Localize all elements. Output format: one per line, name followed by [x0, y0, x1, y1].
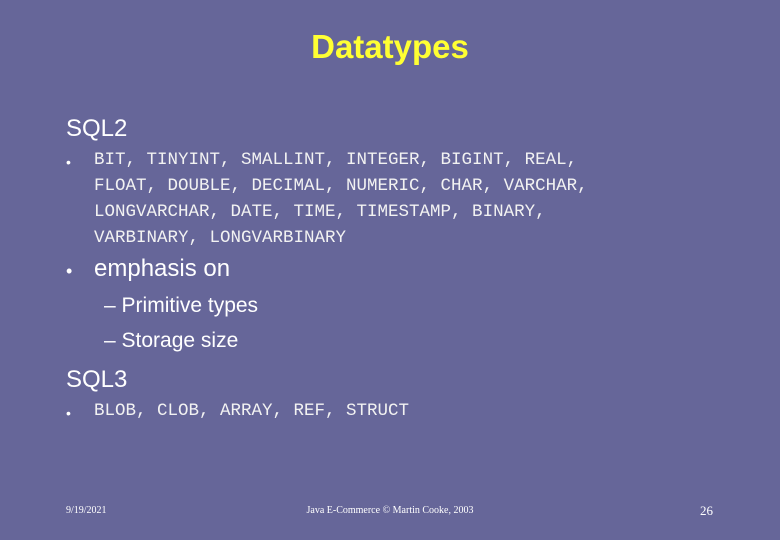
emphasis-point: emphasis on: [94, 255, 231, 282]
sql2-type-list: BIT, TINYINT, SMALLINT, INTEGER, BIGINT,…: [94, 147, 588, 251]
sql3-type-list: BLOB, CLOB, ARRAY, REF, STRUCT: [94, 398, 409, 424]
sql2-type-line: FLOAT, DOUBLE, DECIMAL, NUMERIC, CHAR, V…: [94, 176, 588, 196]
bullet-icon: •: [66, 405, 71, 421]
section-heading-sql3: SQL3: [66, 366, 128, 393]
sql2-type-line: BIT, TINYINT, SMALLINT, INTEGER, BIGINT,…: [94, 150, 578, 170]
bullet-icon: •: [66, 154, 71, 170]
subpoint-storage-size: – Storage size: [104, 329, 238, 353]
subpoint-primitive-types: – Primitive types: [104, 294, 258, 318]
sql2-type-line: LONGVARCHAR, DATE, TIME, TIMESTAMP, BINA…: [94, 202, 546, 222]
slide-title: Datatypes: [311, 28, 469, 65]
section-heading-sql2: SQL2: [66, 115, 128, 142]
subpoint-label: Storage size: [121, 329, 239, 352]
dash-icon: –: [104, 329, 116, 352]
page-number: 26: [700, 503, 713, 518]
bullet-icon: •: [66, 261, 73, 281]
sql3-type-line: BLOB, CLOB, ARRAY, REF, STRUCT: [94, 401, 410, 421]
dash-icon: –: [104, 294, 116, 317]
footer-copyright: Java E-Commerce © Martin Cooke, 2003: [306, 505, 474, 516]
subpoint-label: Primitive types: [121, 294, 259, 317]
sql2-type-line: VARBINARY, LONGVARBINARY: [94, 228, 347, 248]
